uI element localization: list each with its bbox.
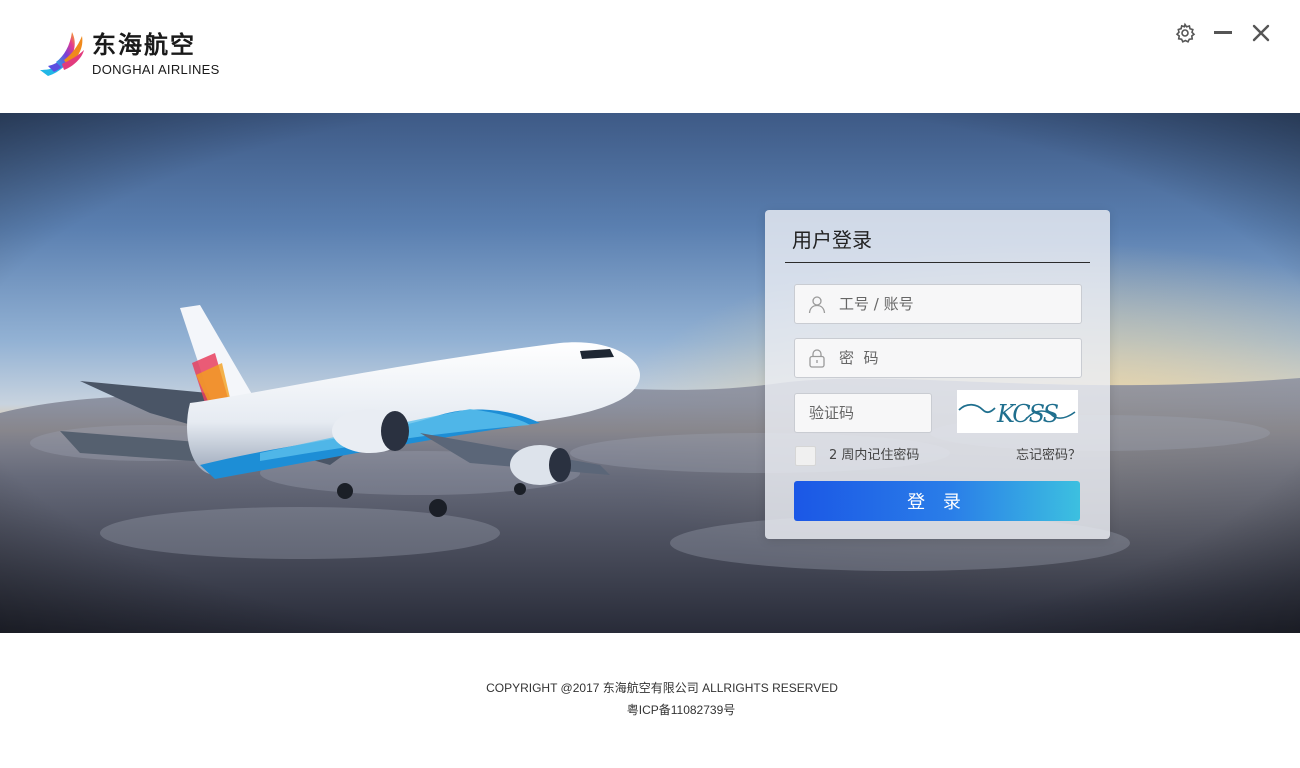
close-icon bbox=[1252, 24, 1270, 42]
login-panel: 用户登录 工号 / 账号 密 码 验证码 KCSS 2 周内记住密码 忘记密码？… bbox=[765, 210, 1110, 539]
minus-icon bbox=[1214, 31, 1232, 34]
login-window: 东海航空 DONGHAI AIRLINES 用户登录 工号 / 账号 密 码 验… bbox=[0, 0, 1300, 768]
brand-logo: 东海航空 DONGHAI AIRLINES bbox=[38, 26, 228, 82]
header: 东海航空 DONGHAI AIRLINES bbox=[0, 0, 1300, 113]
user-icon bbox=[808, 296, 826, 314]
captcha-placeholder: 验证码 bbox=[809, 404, 855, 422]
minimize-button[interactable] bbox=[1212, 22, 1234, 44]
lock-icon bbox=[809, 349, 825, 368]
copyright-text: COPYRIGHT @2017 东海航空有限公司 ALLRIGHTS RESER… bbox=[486, 681, 838, 695]
captcha-text: KCSS bbox=[996, 400, 1059, 428]
password-input[interactable]: 密 码 bbox=[794, 338, 1082, 378]
captcha-graphic: KCSS bbox=[958, 400, 1076, 428]
footer: COPYRIGHT @2017 东海航空有限公司 ALLRIGHTS RESER… bbox=[0, 633, 1300, 768]
window-controls bbox=[1174, 22, 1274, 44]
settings-button[interactable] bbox=[1174, 22, 1196, 44]
phoenix-logo-icon bbox=[40, 32, 84, 76]
password-placeholder: 密 码 bbox=[839, 349, 879, 367]
brand-name-cn: 东海航空 bbox=[92, 31, 196, 59]
remember-label: 2 周内记住密码 bbox=[829, 448, 920, 463]
close-button[interactable] bbox=[1250, 22, 1272, 44]
login-button[interactable]: 登 录 bbox=[794, 481, 1080, 521]
login-title: 用户登录 bbox=[792, 228, 872, 252]
account-placeholder: 工号 / 账号 bbox=[839, 295, 914, 313]
captcha-image[interactable]: KCSS bbox=[957, 390, 1078, 433]
remember-checkbox[interactable] bbox=[795, 446, 816, 466]
icp-text: 粤ICP备11082739号 bbox=[626, 703, 736, 717]
account-input[interactable]: 工号 / 账号 bbox=[794, 284, 1082, 324]
captcha-input[interactable]: 验证码 bbox=[794, 393, 932, 433]
gear-icon bbox=[1175, 22, 1196, 43]
title-divider bbox=[785, 262, 1090, 263]
forgot-password-link[interactable]: 忘记密码？ bbox=[1016, 446, 1081, 466]
brand-name-en: DONGHAI AIRLINES bbox=[92, 62, 220, 77]
